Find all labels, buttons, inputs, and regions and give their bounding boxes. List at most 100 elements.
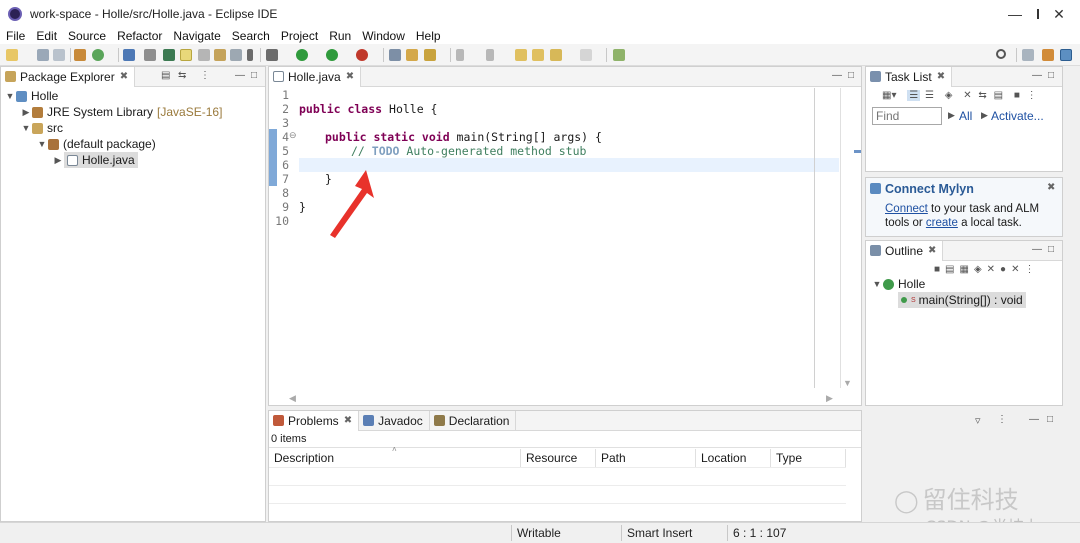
column-type[interactable]: Type	[771, 449, 846, 467]
chevron-right-icon[interactable]: ▶	[20, 107, 32, 118]
code-line-9[interactable]: }	[299, 200, 306, 214]
tree-java-file[interactable]: ▶ Holle.java	[52, 152, 138, 168]
open-perspective-icon[interactable]	[1022, 49, 1034, 61]
close-tab-icon[interactable]: ✖	[937, 71, 945, 82]
open-task-icon[interactable]	[389, 49, 401, 61]
view-menu-icon[interactable]: ⋮	[200, 70, 210, 81]
link-editor-icon[interactable]: ⇆	[178, 70, 186, 81]
connect-link[interactable]: Connect	[885, 203, 928, 215]
sync-icon[interactable]: ■	[1014, 90, 1020, 101]
forward-icon[interactable]	[580, 49, 592, 61]
open-type-icon[interactable]	[163, 49, 175, 61]
outline-method[interactable]: S main(String[]) : void	[898, 292, 1026, 308]
close-button[interactable]: ✕	[1036, 0, 1080, 28]
pin-editor-icon[interactable]	[613, 49, 625, 61]
view-menu-icon[interactable]: ⋮	[1024, 264, 1039, 275]
close-tab-icon[interactable]: ✖	[120, 71, 128, 82]
new-task-icon[interactable]: ▦▾	[882, 90, 896, 101]
tab-task-list[interactable]: Task List ✖	[866, 66, 953, 87]
new-icon[interactable]	[6, 49, 18, 61]
chevron-down-icon[interactable]: ▼	[20, 123, 32, 133]
tab-outline[interactable]: Outline ✖	[866, 240, 944, 261]
menu-run[interactable]: Run	[329, 29, 351, 43]
menu-file[interactable]: File	[6, 29, 25, 43]
tab-holle-java[interactable]: Holle.java ✖	[269, 66, 362, 87]
menu-help[interactable]: Help	[416, 29, 441, 43]
tab-package-explorer[interactable]: Package Explorer ✖	[1, 66, 136, 87]
java-perspective-icon[interactable]	[1060, 49, 1072, 61]
activate-link[interactable]: Activate...	[991, 109, 1044, 123]
minimize-view-icon[interactable]: —	[1032, 70, 1042, 81]
link-icon[interactable]: ●	[1000, 264, 1011, 275]
mark-occurrences-icon[interactable]	[180, 49, 192, 61]
menu-edit[interactable]: Edit	[36, 29, 57, 43]
prev-annotation-icon[interactable]	[486, 49, 494, 61]
hide-completed-icon[interactable]: ✕	[963, 90, 971, 101]
fold-icon[interactable]: ⊖	[289, 130, 297, 141]
scroll-down-icon[interactable]: ▼	[843, 378, 852, 388]
menu-project[interactable]: Project	[281, 29, 318, 43]
last-edit-icon[interactable]	[515, 49, 527, 61]
new-java-project-icon[interactable]	[92, 49, 104, 61]
maximize-view-icon[interactable]: □	[251, 70, 257, 81]
back-icon[interactable]	[532, 49, 544, 61]
search-icon[interactable]	[996, 49, 1006, 59]
menu-search[interactable]: Search	[232, 29, 270, 43]
scroll-right-icon[interactable]: ▶	[826, 393, 833, 404]
sort-icon[interactable]: ■	[934, 264, 945, 275]
hide-local-icon[interactable]: ✕	[987, 264, 1000, 275]
java-ee-perspective-icon[interactable]	[1042, 49, 1054, 61]
code-line-5[interactable]: // TODO Auto-generated method stub	[351, 144, 586, 158]
debug-icon[interactable]	[266, 49, 278, 61]
find-input[interactable]	[872, 107, 942, 125]
chevron-down-icon[interactable]: ▼	[4, 91, 16, 101]
minimize-view-icon[interactable]: —	[1029, 414, 1039, 425]
maximize-view-icon[interactable]: □	[848, 70, 854, 81]
save-all-icon[interactable]	[53, 49, 65, 61]
column-path[interactable]: Path	[596, 449, 696, 467]
filter-icon[interactable]: ▿	[975, 414, 981, 427]
tree-project[interactable]: ▼ Holle	[4, 88, 59, 104]
pilcrow-icon[interactable]	[247, 49, 253, 61]
maximize-view-icon[interactable]: □	[1048, 70, 1054, 81]
external-tools-icon[interactable]	[356, 49, 368, 61]
skip-breakpoints-icon[interactable]	[144, 49, 156, 61]
hide-nonpublic-icon[interactable]: ◈	[974, 264, 987, 275]
categorized-icon[interactable]: ☰	[907, 90, 921, 101]
show-whitespace-icon[interactable]	[230, 49, 242, 61]
close-icon[interactable]: ✖	[1047, 182, 1055, 193]
create-link[interactable]: create	[926, 217, 958, 229]
back-history-icon[interactable]	[550, 49, 562, 61]
close-tab-icon[interactable]: ✖	[344, 415, 352, 426]
whitespace-icon[interactable]	[214, 49, 226, 61]
outline-class[interactable]: ▼ Holle	[871, 276, 926, 292]
show-icon[interactable]: ▤	[994, 90, 1003, 101]
chevron-right-icon[interactable]: ▶	[52, 155, 64, 166]
run-icon[interactable]	[296, 49, 308, 61]
tab-declaration[interactable]: Declaration	[430, 410, 517, 431]
close-tab-icon[interactable]: ✖	[928, 245, 936, 256]
chevron-down-icon[interactable]: ▼	[36, 139, 48, 149]
tab-problems[interactable]: Problems ✖	[269, 410, 360, 431]
all-link[interactable]: All	[959, 109, 972, 123]
maximize-view-icon[interactable]: □	[1048, 244, 1054, 255]
menu-window[interactable]: Window	[362, 29, 405, 43]
code-line-4[interactable]: public static void main(String[] args) {	[325, 130, 602, 144]
minimize-view-icon[interactable]: —	[235, 70, 245, 81]
collapse-icon[interactable]: ◈	[945, 90, 953, 101]
maximize-view-icon[interactable]: □	[1047, 414, 1053, 425]
view-menu-icon[interactable]: ⋮	[997, 414, 1007, 425]
next-annotation-icon[interactable]	[456, 49, 464, 61]
chevron-down-icon[interactable]: ▼	[871, 279, 883, 289]
toggle-block-icon[interactable]	[198, 49, 210, 61]
tree-src[interactable]: ▼ src	[20, 120, 63, 136]
column-location[interactable]: Location	[696, 449, 771, 467]
build-icon[interactable]	[74, 49, 86, 61]
scroll-left-icon[interactable]: ◀	[289, 393, 296, 404]
menu-navigate[interactable]: Navigate	[173, 29, 220, 43]
hide-static-icon[interactable]: ▦	[960, 264, 974, 275]
menu-refactor[interactable]: Refactor	[117, 29, 162, 43]
search-tool-icon[interactable]	[424, 49, 436, 61]
maximize-button[interactable]	[993, 0, 1039, 28]
hide-fields-icon[interactable]: ▤	[945, 264, 959, 275]
